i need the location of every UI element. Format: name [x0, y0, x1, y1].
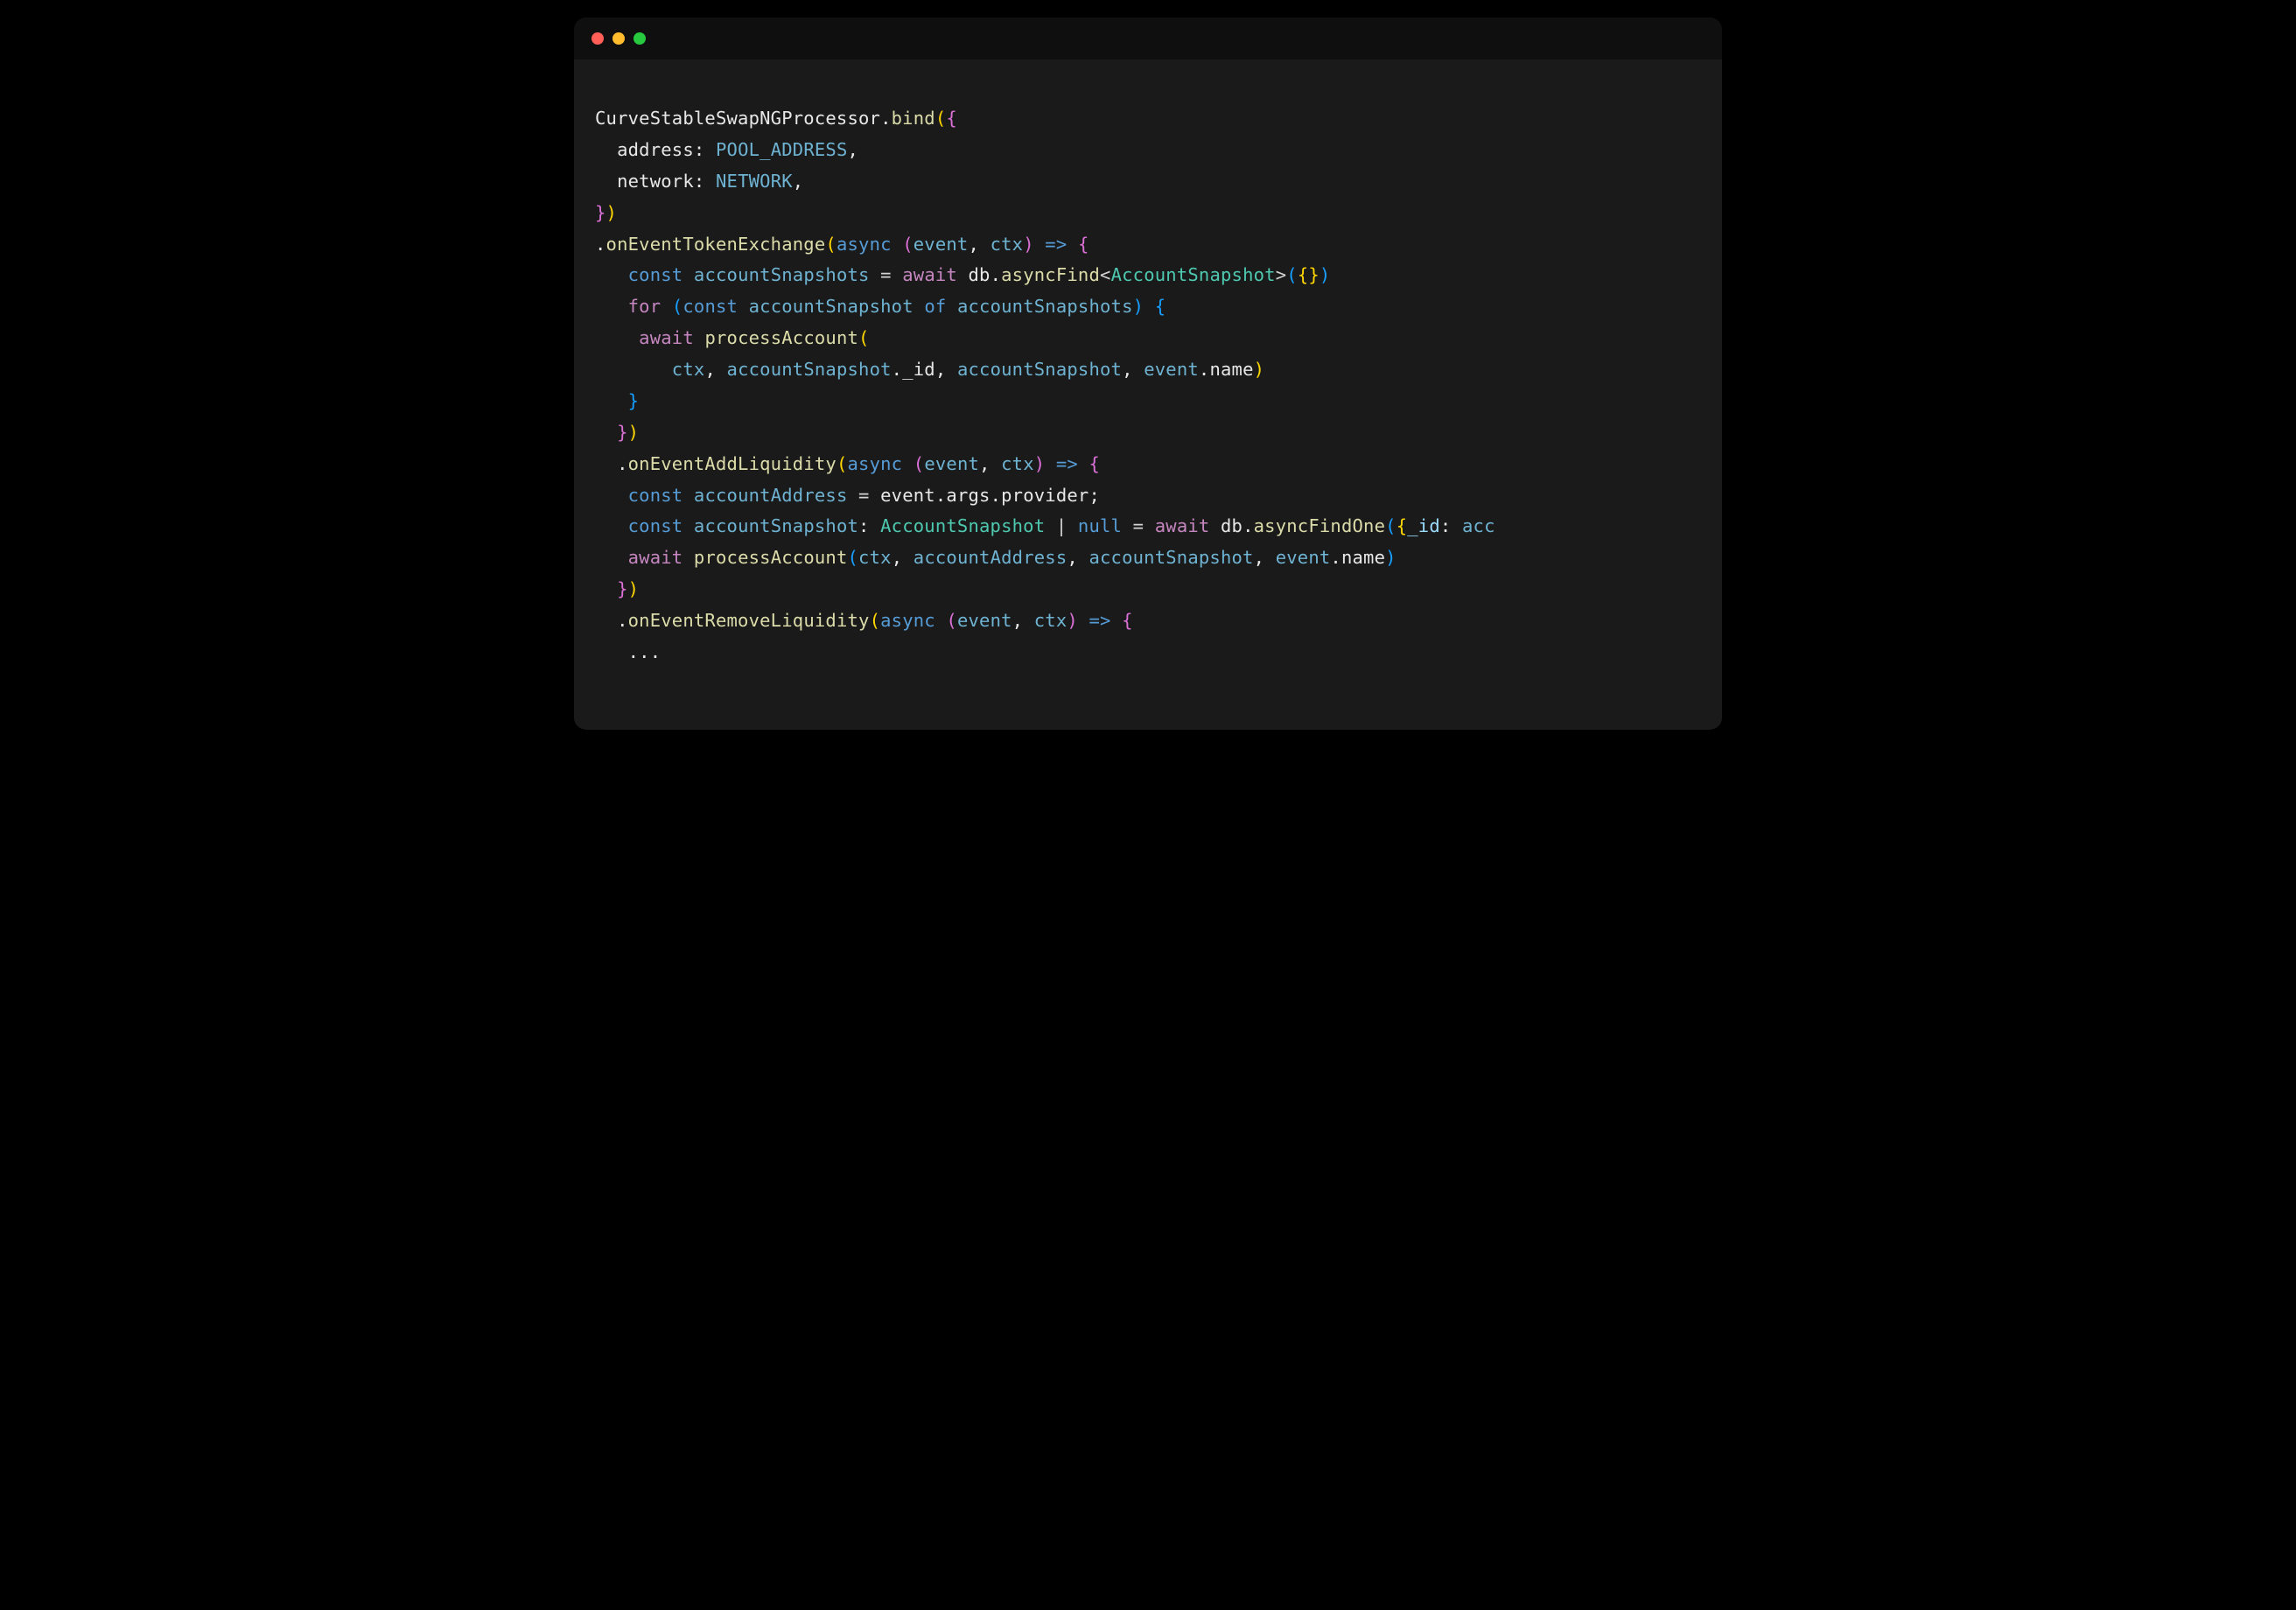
code-line-5: .onEventTokenExchange(async (event, ctx)…: [595, 234, 1088, 255]
code-editor: CurveStableSwapNGProcessor.bind({ addres…: [574, 60, 1722, 730]
code-line-7: for (const accountSnapshot of accountSna…: [595, 296, 1166, 317]
maximize-icon[interactable]: [634, 32, 646, 45]
minimize-icon[interactable]: [612, 32, 625, 45]
code-line-14: const accountSnapshot: AccountSnapshot |…: [595, 515, 1495, 536]
code-line-3: network: NETWORK,: [595, 171, 803, 192]
code-line-13: const accountAddress = event.args.provid…: [595, 485, 1100, 506]
code-line-18: ...: [595, 641, 661, 662]
code-window: CurveStableSwapNGProcessor.bind({ addres…: [574, 18, 1722, 730]
close-icon[interactable]: [592, 32, 604, 45]
code-line-4: }): [595, 202, 617, 223]
code-line-15: await processAccount(ctx, accountAddress…: [595, 547, 1396, 568]
code-line-11: }): [595, 422, 639, 443]
code-line-1: CurveStableSwapNGProcessor.bind({: [595, 108, 957, 129]
code-line-17: .onEventRemoveLiquidity(async (event, ct…: [595, 610, 1133, 631]
code-line-16: }): [595, 578, 639, 599]
code-line-8: await processAccount(: [595, 327, 870, 348]
code-line-12: .onEventAddLiquidity(async (event, ctx) …: [595, 453, 1100, 474]
code-line-10: }: [595, 390, 639, 411]
code-line-9: ctx, accountSnapshot._id, accountSnapsho…: [595, 359, 1264, 380]
window-titlebar: [574, 18, 1722, 60]
code-line-6: const accountSnapshots = await db.asyncF…: [595, 264, 1330, 285]
code-line-2: address: POOL_ADDRESS,: [595, 139, 858, 160]
